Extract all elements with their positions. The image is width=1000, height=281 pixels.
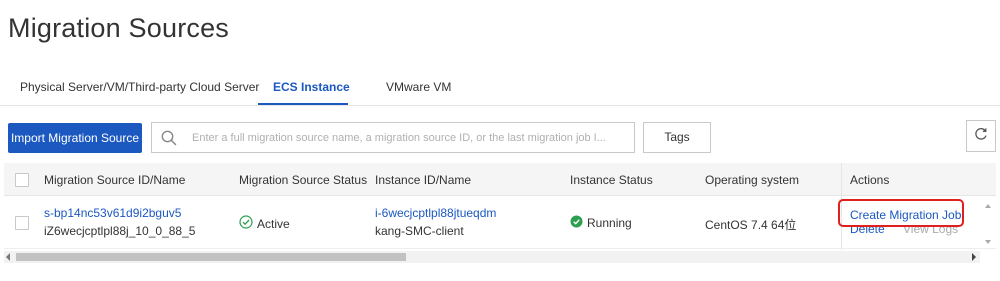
scroll-up-arrow-icon[interactable] [985,204,991,208]
source-id-link[interactable]: s-bp14nc53v61d9i2bguv5 [44,206,181,220]
refresh-icon [973,126,989,147]
tab-ecs-instance[interactable]: ECS Instance [273,80,350,94]
active-tab-indicator [258,103,348,105]
running-check-icon [570,215,583,231]
search-icon [160,129,178,147]
tab-bar: Physical Server/VM/Third-party Cloud Ser… [0,70,1000,106]
instance-id-link[interactable]: i-6wecjcptlpl88jtueqdm [375,206,496,220]
import-migration-source-button[interactable]: Import Migration Source [8,123,142,153]
column-header-source: Migration Source ID/Name [44,173,186,187]
column-header-instance: Instance ID/Name [375,173,472,187]
column-header-source-status: Migration Source Status [239,173,368,187]
tags-button[interactable]: Tags [643,122,711,153]
select-all-checkbox[interactable] [15,173,29,187]
instance-status-label: Running [587,216,632,230]
tab-physical-server[interactable]: Physical Server/VM/Third-party Cloud Ser… [20,80,259,94]
page-title: Migration Sources [8,13,229,43]
scroll-right-arrow-icon[interactable] [972,253,976,261]
source-status: Active [239,215,290,232]
refresh-button[interactable] [966,120,996,152]
horizontal-scrollbar-thumb[interactable] [16,253,406,261]
instance-name: kang-SMC-client [375,224,464,238]
horizontal-scrollbar[interactable] [4,251,980,263]
create-migration-job-highlight [838,199,964,227]
search-input[interactable] [192,123,632,152]
operating-system: CentOS 7.4 64位 [705,218,797,232]
column-header-instance-status: Instance Status [570,173,653,187]
scroll-down-arrow-icon[interactable] [985,240,991,244]
scroll-left-arrow-icon[interactable] [6,253,10,261]
search-box [151,122,635,153]
row-checkbox[interactable] [15,216,29,230]
source-status-label: Active [257,216,290,231]
tab-vmware-vm[interactable]: VMware VM [386,80,451,94]
vertical-scrollbar[interactable] [982,200,996,248]
check-circle-icon [239,215,253,232]
column-header-os: Operating system [705,173,800,187]
instance-status: Running [570,215,632,231]
source-name: iZ6wecjcptlpl88j_10_0_88_5 [44,224,196,238]
